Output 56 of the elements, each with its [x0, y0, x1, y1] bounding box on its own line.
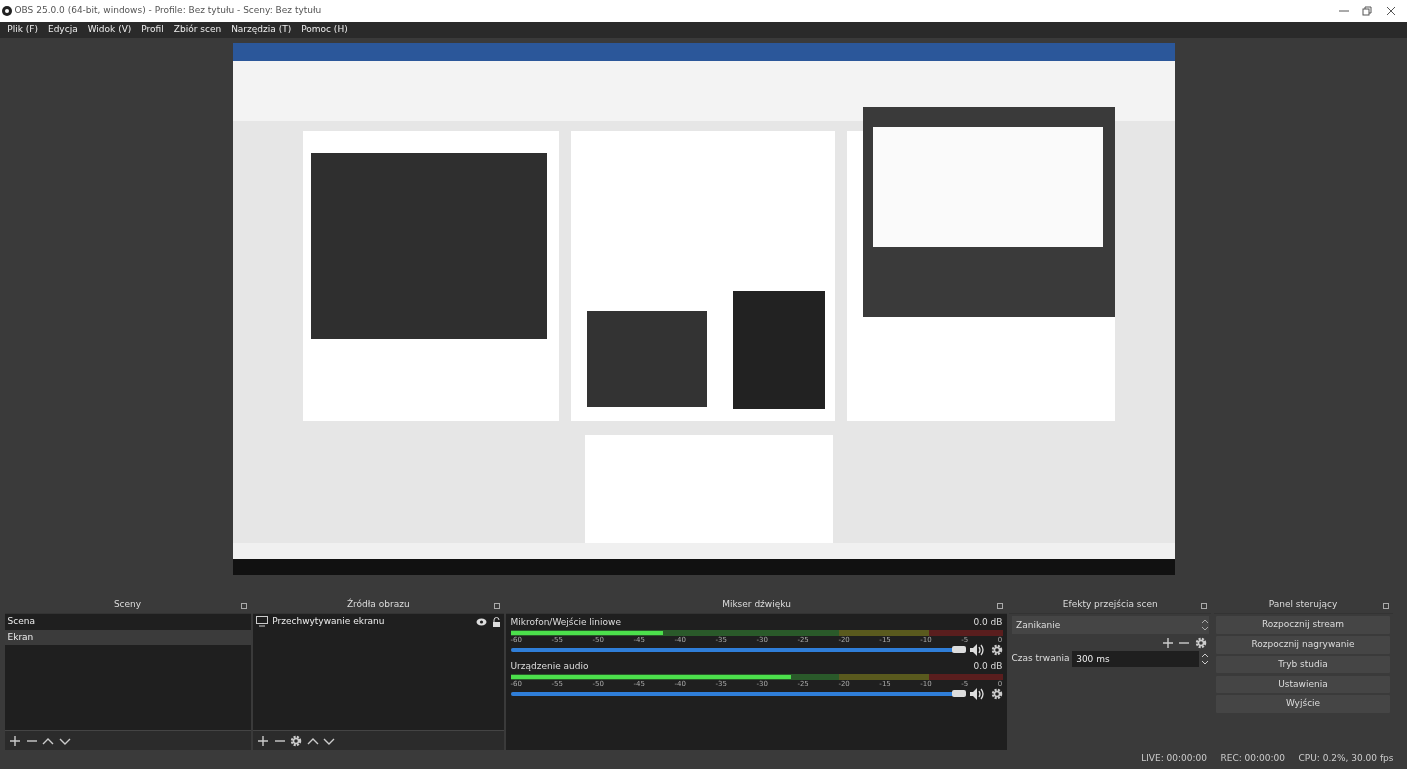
control-button[interactable]: Wyjście: [1215, 695, 1391, 713]
add-icon[interactable]: [1161, 636, 1174, 649]
menu-item[interactable]: Narzędzia (T): [226, 23, 297, 37]
speaker-icon[interactable]: [970, 643, 986, 656]
restore-icon[interactable]: [1362, 6, 1373, 16]
spin-arrows-icon: [1201, 619, 1209, 632]
speaker-icon[interactable]: [970, 687, 986, 700]
close-icon[interactable]: [1385, 6, 1396, 16]
add-icon[interactable]: [9, 734, 21, 747]
db-reading: 0.0 dB: [973, 616, 1003, 630]
window-title: OBS 25.0.0 (64-bit, windows) - Profile: Bez tytułu - Sceny: Bez tytułu: [14, 4, 322, 18]
dock-title: Panel sterujący: [1268, 599, 1338, 609]
db-reading: 0.0 dB: [973, 660, 1003, 674]
settings-icon[interactable]: [290, 734, 303, 747]
volume-slider[interactable]: [510, 647, 966, 652]
float-icon[interactable]: [493, 603, 500, 609]
duration-field[interactable]: 300 ms: [1071, 650, 1199, 667]
menu-item[interactable]: Profil: [136, 23, 169, 37]
source-item[interactable]: Przechwytywanie ekranu: [272, 615, 385, 629]
settings-icon[interactable]: [990, 687, 1003, 700]
scene-item[interactable]: Scena: [4, 614, 251, 630]
menu-item[interactable]: Zbiór scen: [168, 23, 227, 37]
control-button[interactable]: Rozpocznij nagrywanie: [1215, 636, 1391, 654]
eye-icon[interactable]: [476, 617, 488, 626]
menu-item[interactable]: Pomoc (H): [296, 23, 353, 37]
monitor-icon: [255, 616, 268, 628]
add-icon[interactable]: [257, 734, 270, 747]
control-button[interactable]: Ustawienia: [1215, 675, 1391, 693]
float-icon[interactable]: [240, 603, 247, 609]
dock-title: Efekty przejścia scen: [1062, 599, 1158, 609]
channel-name: Urządzenie audio: [510, 660, 589, 674]
float-icon[interactable]: [1201, 603, 1208, 609]
control-button[interactable]: Tryb studia: [1215, 655, 1391, 674]
duration-label: Czas trwania: [1011, 652, 1070, 665]
menu-item[interactable]: Edycja: [42, 23, 83, 37]
scene-item[interactable]: Ekran: [4, 629, 251, 645]
menu-item[interactable]: Plik (F): [2, 23, 43, 37]
volume-slider[interactable]: [510, 691, 966, 696]
lock-icon[interactable]: [491, 616, 501, 627]
dock-title: Źródła obrazu: [346, 599, 410, 609]
spin-arrows-icon[interactable]: [1201, 652, 1209, 665]
settings-icon[interactable]: [1194, 636, 1207, 649]
dock-title: Sceny: [113, 599, 142, 609]
status-text: CPU: 0.2%, 30.00 fps: [1298, 751, 1394, 765]
slider-thumb[interactable]: [951, 645, 966, 653]
channel-name: Mikrofon/Wejście liniowe: [510, 616, 621, 630]
settings-icon[interactable]: [990, 643, 1003, 656]
menu-item[interactable]: Widok (V): [82, 23, 137, 37]
float-icon[interactable]: [1382, 603, 1389, 609]
transition-select[interactable]: Zanikanie: [1011, 616, 1209, 635]
float-icon[interactable]: [997, 603, 1003, 609]
dock-title: Mikser dźwięku: [722, 599, 791, 609]
control-button[interactable]: Rozpocznij stream: [1215, 616, 1391, 634]
slider-thumb[interactable]: [951, 689, 966, 697]
status-text: REC: 00:00:00: [1220, 751, 1285, 765]
status-text: LIVE: 00:00:00: [1141, 751, 1207, 765]
